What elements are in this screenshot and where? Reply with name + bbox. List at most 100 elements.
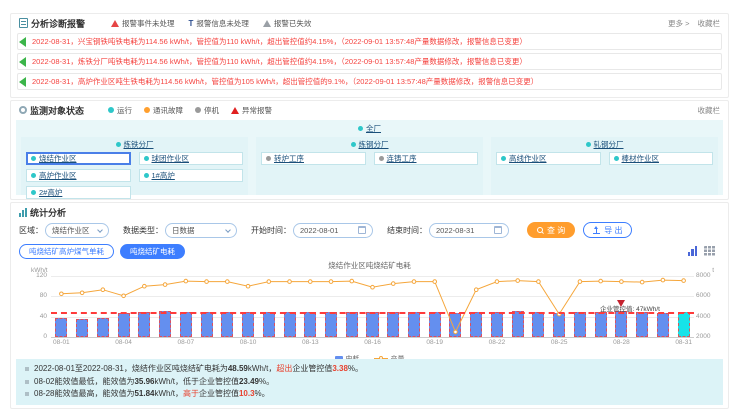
favorites-link-monitor[interactable]: 收藏栏 xyxy=(698,105,721,116)
region-label: 区域： xyxy=(19,225,43,236)
end-time-label: 结束时间： xyxy=(387,225,427,236)
tree-item[interactable]: 2#高炉 xyxy=(26,186,131,199)
summary-text: 23.49 xyxy=(239,376,259,389)
line-point xyxy=(433,280,437,284)
line-point xyxy=(620,280,624,284)
tree-item-link: 2#高炉 xyxy=(39,187,62,198)
view-toggle xyxy=(688,246,717,256)
alert-row[interactable]: 2022-08-31，炼铁分厂吨铁电耗为114.56 kWh/t，管控值为110… xyxy=(17,53,722,70)
query-button[interactable]: 查 询 xyxy=(527,222,575,238)
summary-text: 08-02能效值最低，能效值为 xyxy=(34,376,134,389)
alert-text: 2022-08-31，高炉作业区吨生铁电耗为114.56 kWh/t，管控值为1… xyxy=(32,76,538,87)
line-point xyxy=(391,282,395,286)
alarm-info-legend-item[interactable]: T报警信息未处理 xyxy=(189,18,249,29)
summary-text: 2022-08-01至2022-08-31，烧结作业区吨烧结矿电耗为 xyxy=(34,363,228,376)
end-date-input[interactable]: 2022-08-31 xyxy=(429,223,509,238)
bullet-square-icon xyxy=(25,392,29,396)
filter-row: 区域： 烧结作业区 数据类型： 日数据 开始时间： 2022-08-01 结束时… xyxy=(11,220,728,240)
tree-item[interactable]: 烧结作业区 xyxy=(26,152,131,165)
tree-group-link[interactable]: 炼铁分厂 xyxy=(124,139,154,150)
summary-text: 08-28能效值最高，能效值为 xyxy=(34,388,134,401)
alarm-marker-icon xyxy=(617,300,625,307)
export-button[interactable]: 导 出 xyxy=(583,222,632,238)
line-point xyxy=(516,279,520,283)
tree-item[interactable]: 高炉作业区 xyxy=(26,169,131,182)
tree-item[interactable]: 高线作业区 xyxy=(496,152,601,165)
alarm-event-legend-item[interactable]: 报警事件未处理 xyxy=(111,18,175,29)
favorites-link[interactable]: 收藏栏 xyxy=(698,18,721,29)
tree-item[interactable]: 连铸工序 xyxy=(374,152,479,165)
status-legend-item[interactable]: 运行 xyxy=(108,105,132,116)
tree-item[interactable]: 1#高炉 xyxy=(139,169,244,182)
tree-items: 高线作业区棒材作业区 xyxy=(496,152,713,165)
y-tick-label: 0 xyxy=(25,333,47,340)
tree-group-link[interactable]: 炼钢分厂 xyxy=(359,139,389,150)
tab-gas-unit-consumption[interactable]: 吨烧结矿高炉煤气单耗 xyxy=(19,244,114,259)
status-legend-item[interactable]: 停机 xyxy=(195,105,219,116)
region-select[interactable]: 烧结作业区 xyxy=(45,223,109,238)
x-tick-label: 08-01 xyxy=(53,339,70,346)
line-point xyxy=(578,280,582,284)
chevron-down-icon xyxy=(97,227,103,233)
alert-row[interactable]: 2022-08-31，兴宝钢铁吨铁电耗为114.56 kWh/t，管控值为110… xyxy=(17,33,722,50)
control-line-label: 企业管控值: 47kWh/t xyxy=(600,303,660,313)
tree-groups: 炼铁分厂烧结作业区球团作业区高炉作业区 1#高炉 2#高炉 炼钢分厂转炉工序连铸工序 轧… xyxy=(21,137,718,195)
alert-text: 2022-08-31，炼铁分厂吨铁电耗为114.56 kWh/t，管控值为110… xyxy=(32,56,527,67)
line-point xyxy=(143,284,147,288)
export-button-label: 导 出 xyxy=(604,225,622,236)
more-link[interactable]: 更多 > xyxy=(668,18,689,29)
stats-panel-title-group: 统计分析 xyxy=(19,206,66,219)
monitor-panel-actions: 收藏栏 xyxy=(698,105,721,116)
x-tick-label: 08-16 xyxy=(364,339,381,346)
status-legend: 运行 通讯故障 停机 异常报警 xyxy=(108,105,284,116)
end-date-value: 2022-08-31 xyxy=(436,226,474,235)
table-icon[interactable] xyxy=(704,246,716,256)
y-right-tick-label: 2000 xyxy=(696,333,722,340)
summary-text: kWh/t，低于企业管控值 xyxy=(155,376,239,389)
alarm-legend-label: 报警事件未处理 xyxy=(122,18,175,29)
bar-chart-title-icon xyxy=(19,208,27,217)
alarm-expired-legend-item[interactable]: 报警已失效 xyxy=(263,18,312,29)
status-dot xyxy=(614,156,619,161)
status-legend-item[interactable]: 异常报警 xyxy=(231,105,272,116)
summary-line: 08-02能效值最低，能效值为35.96kWh/t，低于企业管控值23.49%。 xyxy=(25,376,714,389)
status-dot xyxy=(144,107,150,113)
line-point xyxy=(205,280,209,284)
line-point xyxy=(599,279,603,283)
tree-items: 转炉工序连铸工序 xyxy=(261,152,478,165)
plot-area: 02000404000806000120800008-0108-0408-070… xyxy=(51,276,694,338)
status-legend-label: 运行 xyxy=(117,105,132,116)
summary-line: 2022-08-01至2022-08-31，烧结作业区吨烧结矿电耗为48.59k… xyxy=(25,363,714,376)
line-point xyxy=(246,284,250,288)
export-icon xyxy=(593,226,600,234)
x-tick-label: 08-22 xyxy=(489,339,506,346)
summary-text: %。 xyxy=(255,388,270,401)
line-point xyxy=(329,280,333,284)
search-icon xyxy=(537,227,543,233)
datatype-select[interactable]: 日数据 xyxy=(165,223,237,238)
bar-chart-icon[interactable] xyxy=(688,246,698,256)
tab-electricity-consumption[interactable]: 吨烧结矿电耗 xyxy=(120,244,185,259)
summary-text: 超出 xyxy=(276,363,292,376)
line-point xyxy=(495,280,499,284)
tree-item[interactable]: 球团作业区 xyxy=(139,152,244,165)
monitor-panel: 监测对象状态 运行通讯故障停机异常报警 收藏栏 全厂 炼铁分厂烧结作业区球团作业… xyxy=(10,100,729,200)
status-dot xyxy=(31,173,36,178)
tree-root-link[interactable]: 全厂 xyxy=(366,123,381,134)
tree-item[interactable]: 转炉工序 xyxy=(261,152,366,165)
stats-panel-header: 统计分析 xyxy=(11,203,728,219)
tree-item-link: 1#高炉 xyxy=(152,170,175,181)
monitor-panel-header: 监测对象状态 运行通讯故障停机异常报警 收藏栏 xyxy=(11,101,728,117)
tree-item[interactable]: 棒材作业区 xyxy=(609,152,714,165)
alert-row[interactable]: 2022-08-31，高炉作业区吨生铁电耗为114.56 kWh/t，管控值为1… xyxy=(17,73,722,90)
alarm-panel-title: 分析诊断报警 xyxy=(31,17,85,30)
status-legend-item[interactable]: 通讯故障 xyxy=(144,105,183,116)
summary-text: 3.38 xyxy=(332,363,348,376)
start-date-input[interactable]: 2022-08-01 xyxy=(293,223,373,238)
tree-group-label: 炼钢分厂 xyxy=(261,138,478,151)
line-point xyxy=(661,278,665,282)
tree-group-link[interactable]: 轧钢分厂 xyxy=(594,139,624,150)
y-right-tick-label: 6000 xyxy=(696,292,722,299)
status-legend-label: 停机 xyxy=(204,105,219,116)
summary-text: 35.96 xyxy=(134,376,154,389)
